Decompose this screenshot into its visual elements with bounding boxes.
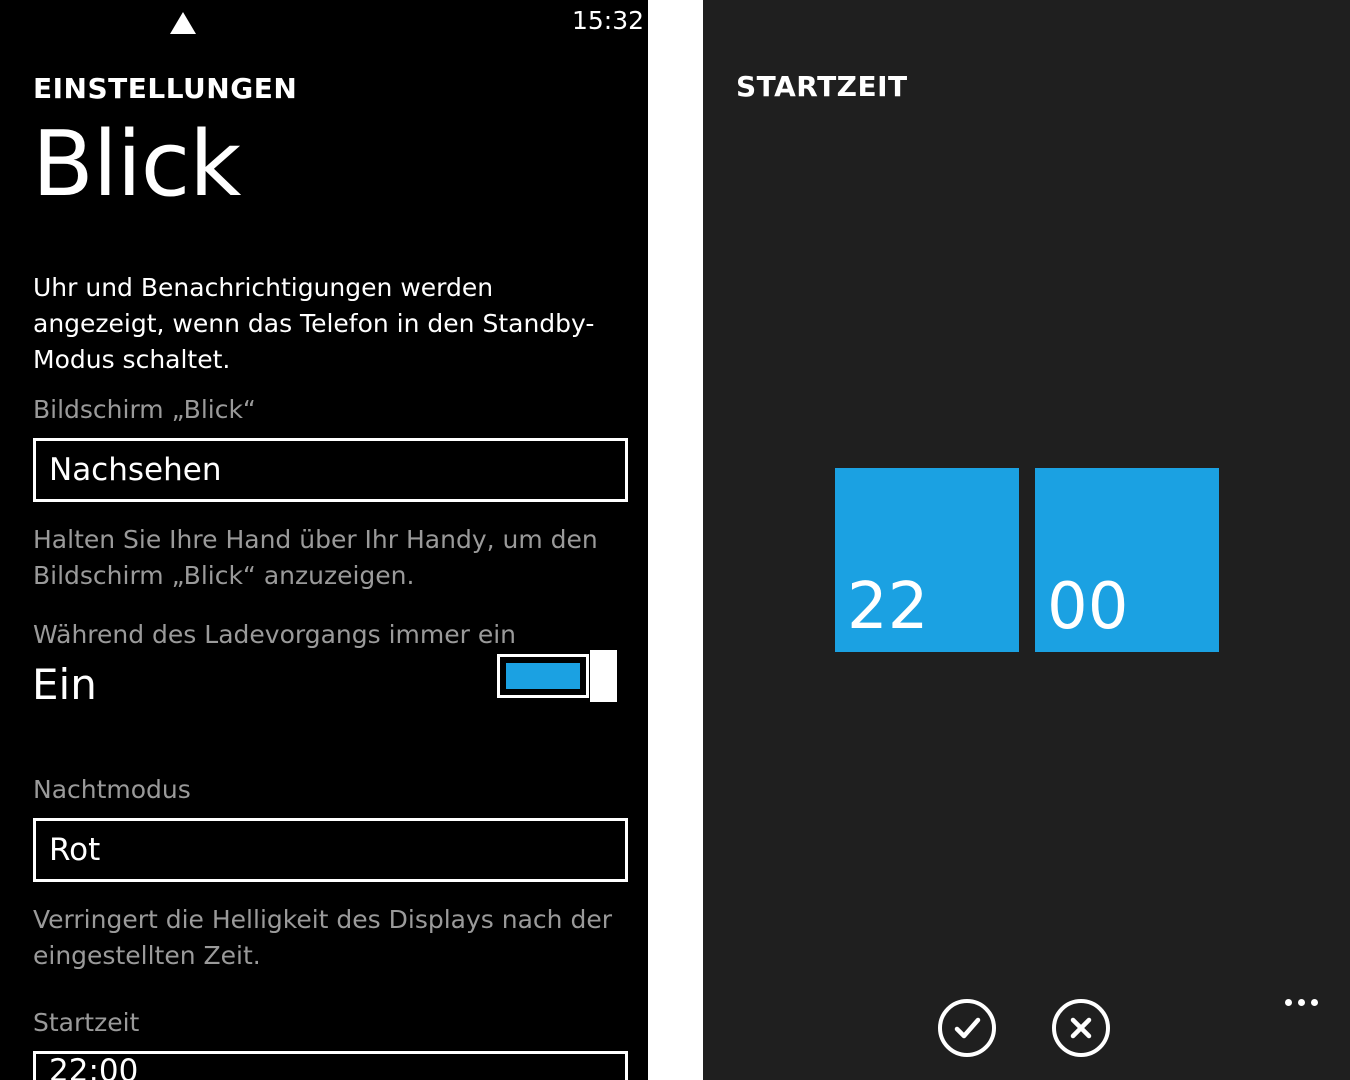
night-mode-label: Nachtmodus bbox=[33, 775, 191, 804]
night-mode-hint: Verringert die Helligkeit des Displays n… bbox=[33, 905, 612, 970]
night-mode-picker[interactable]: Rot bbox=[33, 818, 628, 882]
screen-setting-picker[interactable]: Nachsehen bbox=[33, 438, 628, 502]
toggle-thumb[interactable] bbox=[590, 650, 617, 702]
time-picker-screen: STARTZEIT 22 00 bbox=[703, 0, 1350, 1080]
night-mode-value: Rot bbox=[49, 832, 101, 868]
start-time-value: 22:00 bbox=[49, 1053, 139, 1080]
dot bbox=[1285, 999, 1292, 1006]
page-title: Blick bbox=[32, 112, 241, 217]
start-time-label: Startzeit bbox=[33, 1008, 140, 1037]
status-time: 15:32 bbox=[572, 6, 645, 35]
charging-setting-label: Während des Ladevorgangs immer ein bbox=[33, 620, 517, 649]
screen-setting-hint: Halten Sie Ihre Hand über Ihr Handy, um … bbox=[33, 525, 598, 590]
confirm-button[interactable] bbox=[938, 999, 996, 1057]
cancel-button[interactable] bbox=[1052, 999, 1110, 1057]
more-dots-icon[interactable] bbox=[1283, 992, 1323, 1012]
minutes-tile[interactable]: 00 bbox=[1035, 468, 1219, 652]
close-icon bbox=[1070, 1017, 1092, 1039]
dot bbox=[1311, 999, 1318, 1006]
charging-toggle[interactable] bbox=[497, 654, 589, 698]
hours-value: 22 bbox=[847, 570, 929, 644]
start-time-picker[interactable]: 22:00 bbox=[33, 1051, 628, 1080]
section-title: EINSTELLUNGEN bbox=[33, 72, 298, 105]
hours-tile[interactable]: 22 bbox=[835, 468, 1019, 652]
triangle-up-icon bbox=[170, 12, 196, 34]
settings-screen: 15:32 EINSTELLUNGEN Blick Uhr und Benach… bbox=[0, 0, 648, 1080]
check-icon bbox=[954, 1017, 981, 1039]
page-description: Uhr und Benachrichtigungen werden angeze… bbox=[33, 273, 595, 374]
charging-toggle-state: Ein bbox=[32, 660, 97, 709]
screen-setting-label: Bildschirm „Blick“ bbox=[33, 395, 256, 424]
toggle-fill bbox=[506, 663, 580, 689]
screen-setting-value: Nachsehen bbox=[49, 452, 222, 488]
minutes-value: 00 bbox=[1047, 570, 1129, 644]
dot bbox=[1298, 999, 1305, 1006]
picker-title: STARTZEIT bbox=[736, 70, 908, 103]
